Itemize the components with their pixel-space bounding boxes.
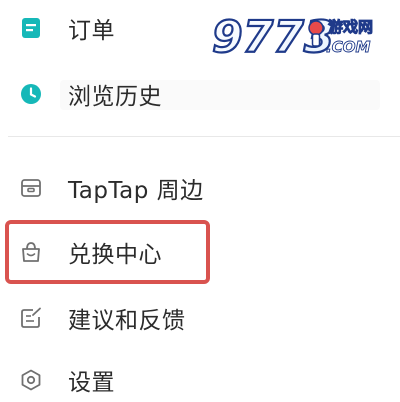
- settings-hex-icon: [18, 367, 44, 393]
- menu-page: 订单 浏览历史 TapTap 周边 兑换中心 建议和反馈 设置 9773 游戏网…: [0, 0, 400, 402]
- menu-item-label: 浏览历史: [68, 84, 162, 110]
- site-watermark-logo: 9773 游戏网 .COM: [208, 8, 388, 64]
- menu-item-label: 设置: [68, 370, 115, 396]
- section-divider: [8, 136, 400, 137]
- watermark-site-en: .COM: [326, 38, 370, 56]
- menu-item-label: 订单: [68, 18, 115, 44]
- feedback-edit-icon: [18, 305, 44, 331]
- menu-item-settings[interactable]: 设置: [0, 352, 400, 402]
- menu-item-label: TapTap 周边: [68, 178, 204, 204]
- menu-item-taptap-merch[interactable]: TapTap 周边: [0, 160, 400, 216]
- menu-item-label: 建议和反馈: [68, 308, 186, 334]
- highlight-annotation-box: [5, 220, 210, 284]
- merch-box-icon: [18, 175, 44, 201]
- watermark-site-cn: 游戏网: [328, 18, 373, 36]
- order-icon: [18, 15, 44, 41]
- menu-item-feedback[interactable]: 建议和反馈: [0, 290, 400, 346]
- menu-item-browse-history[interactable]: 浏览历史: [0, 66, 400, 122]
- history-clock-icon: [18, 81, 44, 107]
